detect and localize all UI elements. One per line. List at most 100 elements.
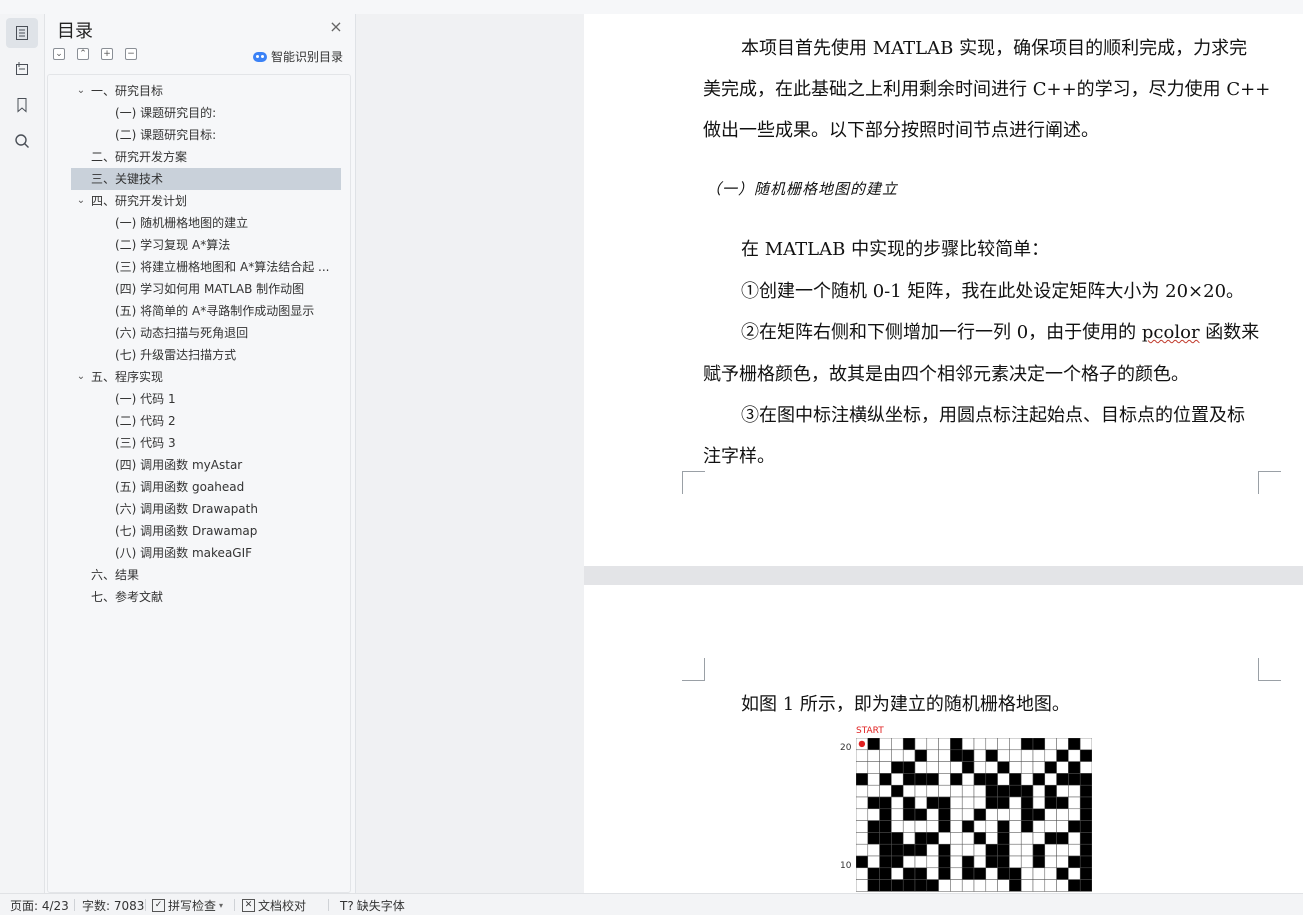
toc-item[interactable]: ⌄ 五、程序实现 bbox=[71, 366, 341, 388]
grid-cell bbox=[1009, 796, 1022, 810]
toc-item[interactable]: ⌄ 四、研究开发计划 bbox=[71, 190, 341, 212]
toc-item[interactable]: (八) 调用函数 makeaGIF bbox=[71, 542, 341, 564]
status-divider bbox=[145, 899, 146, 911]
grid-cell bbox=[950, 843, 963, 857]
grid-cell bbox=[867, 879, 880, 892]
grid-cell bbox=[879, 738, 892, 751]
page-indicator[interactable]: 页面: 4/23 bbox=[10, 897, 69, 914]
collapse-all-icon[interactable]: ⌄ bbox=[53, 48, 65, 60]
grid-cell bbox=[856, 832, 869, 845]
grid-cell bbox=[1079, 796, 1092, 810]
grid-cell bbox=[1056, 761, 1069, 774]
grid-cell bbox=[902, 749, 916, 762]
toc-item[interactable]: (三) 将建立栅格地图和 A*算法结合起 ... bbox=[71, 256, 341, 278]
toc-item-label: (六) 动态扫描与死角退回 bbox=[115, 326, 249, 340]
grid-cell bbox=[1068, 879, 1081, 892]
misspelled-word[interactable]: pcolor bbox=[1142, 322, 1200, 343]
toc-item[interactable]: (五) 调用函数 goahead bbox=[71, 476, 341, 498]
smart-toc-label: 智能识别目录 bbox=[271, 50, 344, 64]
expand-all-icon[interactable]: ⌃ bbox=[77, 48, 89, 60]
grid-cell bbox=[961, 820, 975, 833]
grid-cell bbox=[950, 867, 963, 880]
word-count[interactable]: 字数: 7083 bbox=[82, 897, 144, 914]
toc-item[interactable]: (七) 升级雷达扫描方式 bbox=[71, 344, 341, 366]
grid-cell bbox=[997, 796, 1010, 810]
chevron-down-icon[interactable]: ⌄ bbox=[76, 190, 86, 212]
close-icon[interactable]: × bbox=[329, 19, 343, 35]
grid-map-figure bbox=[856, 738, 1092, 893]
grid-cell bbox=[985, 738, 998, 751]
toc-item[interactable]: (四) 调用函数 myAstar bbox=[71, 454, 341, 476]
grid-cell bbox=[973, 808, 987, 821]
grid-cell bbox=[856, 867, 869, 880]
toc-item[interactable]: (六) 动态扫描与死角退回 bbox=[71, 322, 341, 344]
toc-item-label: (七) 调用函数 Drawamap bbox=[115, 524, 258, 538]
toc-item[interactable]: 六、结果 bbox=[71, 564, 341, 586]
grid-cell bbox=[926, 796, 939, 810]
grid-cell bbox=[926, 784, 939, 798]
body-paragraph-line: ③在图中标注横纵坐标，用圆点标注起始点、目标点的位置及标 bbox=[741, 405, 1245, 426]
toc-item[interactable]: (二) 课题研究目标: bbox=[71, 124, 341, 146]
figure-y-tick: 20 bbox=[840, 743, 852, 753]
toc-item[interactable]: (五) 将简单的 A*寻路制作成动图显示 bbox=[71, 300, 341, 322]
toc-item[interactable]: ⌄ 一、研究目标 bbox=[71, 80, 341, 102]
toc-item[interactable]: (七) 调用函数 Drawamap bbox=[71, 520, 341, 542]
body-paragraph-line: 注字样。 bbox=[703, 446, 775, 467]
toc-item-label: (三) 将建立栅格地图和 A*算法结合起 ... bbox=[115, 260, 330, 274]
grid-cell bbox=[1044, 843, 1057, 857]
toc-item[interactable]: (一) 代码 1 bbox=[71, 388, 341, 410]
grid-cell bbox=[914, 784, 928, 798]
grid-cell bbox=[985, 784, 998, 798]
margin-corner bbox=[682, 471, 705, 494]
toc-item[interactable]: (四) 学习如何用 MATLAB 制作动图 bbox=[71, 278, 341, 300]
toc-item[interactable]: (二) 代码 2 bbox=[71, 410, 341, 432]
toc-item[interactable]: (三) 代码 3 bbox=[71, 432, 341, 454]
toc-item[interactable]: (一) 随机栅格地图的建立 bbox=[71, 212, 341, 234]
grid-cell bbox=[985, 808, 998, 821]
grid-cell bbox=[973, 773, 987, 786]
margin-corner bbox=[682, 658, 705, 681]
toc-item-label: 一、研究目标 bbox=[91, 84, 164, 98]
grid-cell bbox=[914, 832, 928, 845]
add-level-icon[interactable]: + bbox=[101, 48, 113, 60]
grid-cell bbox=[1079, 867, 1092, 880]
grid-cell bbox=[950, 879, 963, 892]
toc-item[interactable]: 二、研究开发方案 bbox=[71, 146, 341, 168]
toc-item[interactable]: (二) 学习复现 A*算法 bbox=[71, 234, 341, 256]
body-paragraph-line: 如图 1 所示，即为建立的随机栅格地图。 bbox=[741, 694, 1070, 715]
grid-cell bbox=[867, 796, 880, 810]
smart-toc-button[interactable]: 智能识别目录 bbox=[253, 48, 343, 65]
remove-level-icon[interactable]: − bbox=[125, 48, 137, 60]
grid-cell bbox=[997, 832, 1010, 845]
toc-item[interactable]: 三、关键技术 bbox=[71, 168, 341, 190]
grid-cell bbox=[1056, 843, 1069, 857]
toc-item-label: 五、程序实现 bbox=[91, 370, 164, 384]
bookmark-icon[interactable] bbox=[6, 90, 38, 120]
outline-icon[interactable] bbox=[6, 54, 38, 84]
grid-cell bbox=[891, 855, 904, 869]
proofread-button[interactable]: ✕ 文档校对 bbox=[242, 897, 306, 914]
toc-item-label: (七) 升级雷达扫描方式 bbox=[115, 348, 237, 362]
toc-item-label: 七、参考文献 bbox=[91, 590, 164, 604]
toc-item-label: 二、研究开发方案 bbox=[91, 150, 188, 164]
chevron-down-icon[interactable]: ⌄ bbox=[76, 366, 86, 388]
body-paragraph-line: 做出一些成果。以下部分按照时间节点进行阐述。 bbox=[703, 120, 1099, 141]
toc-item[interactable]: 七、参考文献 bbox=[71, 586, 341, 608]
missing-font-button[interactable]: T? 缺失字体 bbox=[340, 897, 405, 914]
toc-icon[interactable] bbox=[6, 18, 38, 48]
toc-item[interactable]: (一) 课题研究目的: bbox=[71, 102, 341, 124]
grid-cell bbox=[902, 761, 916, 774]
chevron-down-icon[interactable]: ⌄ bbox=[76, 80, 86, 102]
toc-item-label: (二) 学习复现 A*算法 bbox=[115, 238, 231, 252]
grid-cell bbox=[856, 773, 869, 786]
toc-item-label: (一) 代码 1 bbox=[115, 392, 176, 406]
grid-cell bbox=[985, 761, 998, 774]
toc-item[interactable]: (六) 调用函数 Drawapath bbox=[71, 498, 341, 520]
grid-cell bbox=[914, 738, 928, 751]
toc-panel: 目录 × ⌄ ⌃ + − 智能识别目录 ⌄ 一、研究目标 (一) 课题研究目的: (二… bbox=[45, 14, 356, 893]
toc-item-label: (五) 将简单的 A*寻路制作成动图显示 bbox=[115, 304, 315, 318]
search-icon[interactable] bbox=[6, 126, 38, 156]
grid-cell bbox=[1079, 749, 1092, 762]
spell-check-button[interactable]: ✓ 拼写检查 ▾ bbox=[152, 897, 223, 914]
toc-item-label: (五) 调用函数 goahead bbox=[115, 480, 245, 494]
